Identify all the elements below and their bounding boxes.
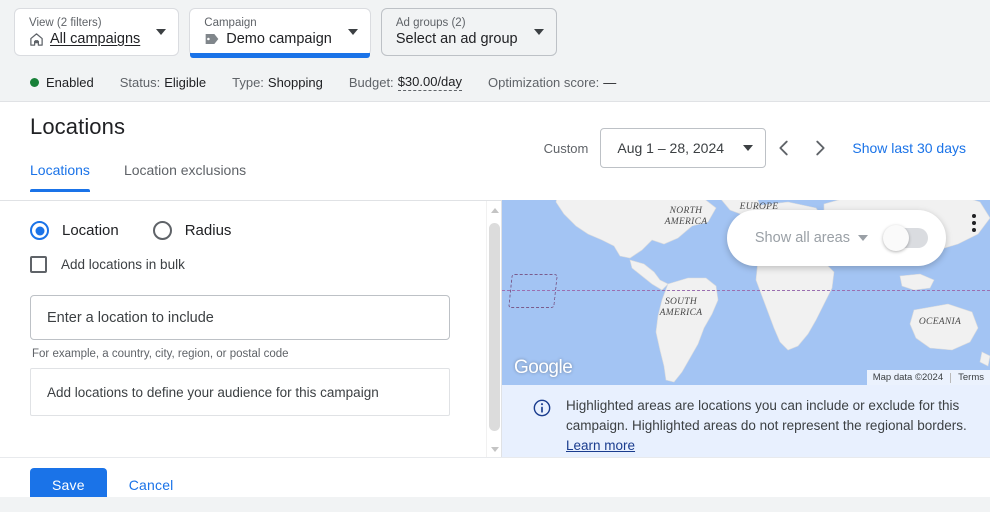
type-field: Type: Shopping [232, 75, 323, 90]
location-search-input[interactable]: Enter a location to include [30, 295, 450, 340]
chevron-down-icon[interactable] [858, 235, 868, 241]
campaign-selector-value: Demo campaign [226, 31, 332, 47]
content-area: Locations Custom Aug 1 – 28, 2024 Show l… [0, 102, 990, 512]
map-data-attribution: Map data ©2024 [872, 372, 944, 383]
location-type-radio-group: Location Radius [30, 221, 459, 240]
radio-location-circle-icon [30, 221, 49, 240]
attribution-divider [950, 372, 952, 383]
status-badge: Enabled [30, 75, 94, 90]
equator-dashed-line [502, 290, 990, 291]
campaign-selector[interactable]: Campaign Demo campaign [189, 8, 371, 58]
tag-icon [205, 34, 219, 44]
campaign-selector-value-row: Demo campaign [204, 30, 332, 48]
selected-locations-empty-state: Add locations to define your audience fo… [30, 368, 450, 416]
map-info-text: Highlighted areas are locations you can … [566, 398, 967, 433]
cancel-button[interactable]: Cancel [129, 477, 174, 493]
map-info-text-wrapper: Highlighted areas are locations you can … [566, 396, 972, 456]
ad-groups-selector-label: Ad groups (2) [395, 17, 466, 29]
ad-groups-selector-value: Select an ad group [395, 31, 518, 47]
selected-locations-empty-text: Add locations to define your audience fo… [47, 384, 379, 400]
tab-location-exclusions[interactable]: Location exclusions [124, 162, 246, 192]
status-key: Status: [119, 75, 161, 90]
budget-value[interactable]: $30.00/day [397, 74, 463, 91]
scroll-down-arrow-icon[interactable] [487, 441, 501, 457]
location-form-panel: Location Radius Add locations in bulk En… [0, 200, 502, 457]
map-attribution-bar: Map data ©2024 Terms [866, 370, 990, 385]
optimization-score-value: — [603, 75, 617, 90]
location-search-helper-text: For example, a country, city, region, or… [32, 348, 289, 360]
map-info-banner: Highlighted areas are locations you can … [502, 385, 990, 457]
page-footer-fill [0, 497, 990, 512]
show-all-areas-control: Show all areas [726, 210, 946, 266]
add-locations-in-bulk-checkbox[interactable]: Add locations in bulk [30, 256, 459, 273]
tab-location-exclusions-label: Location exclusions [123, 162, 247, 178]
show-all-areas-label: Show all areas [754, 230, 850, 246]
map-terms-link[interactable]: Terms [958, 372, 984, 383]
campaign-status-strip: Enabled Status: Eligible Type: Shopping … [0, 64, 990, 102]
chevron-down-icon[interactable] [347, 29, 358, 35]
date-range-controls: Custom Aug 1 – 28, 2024 Show last 30 day… [544, 128, 966, 168]
enabled-dot-icon [30, 78, 39, 87]
locations-editor: Location Radius Add locations in bulk En… [0, 200, 990, 457]
left-panel-scrollbar[interactable] [486, 201, 501, 457]
home-icon [30, 32, 43, 46]
scroll-up-arrow-icon[interactable] [487, 202, 501, 218]
chevron-right-icon [816, 140, 825, 156]
map-panel: NORTH AMERICA SOUTH AMERICA EUROPE OCEAN… [502, 200, 990, 457]
radio-radius[interactable]: Radius [152, 221, 232, 240]
chevron-down-icon [743, 145, 754, 151]
scrollbar-thumb[interactable] [489, 223, 500, 431]
budget-key: Budget: [348, 75, 394, 90]
view-selector-label: View (2 filters) [29, 17, 102, 29]
status-value: Eligible [164, 75, 207, 90]
page-title: Locations [30, 114, 126, 139]
date-range-picker[interactable]: Aug 1 – 28, 2024 [600, 128, 767, 168]
optimization-score-field: Optimization score: — [488, 75, 616, 90]
radio-radius-label: Radius [184, 222, 232, 239]
world-map[interactable]: NORTH AMERICA SOUTH AMERICA EUROPE OCEAN… [502, 200, 990, 385]
radio-location[interactable]: Location [30, 221, 119, 240]
view-selector-value: All campaigns [50, 31, 141, 47]
checkbox-icon [30, 256, 47, 273]
view-selector[interactable]: View (2 filters) All campaigns [14, 8, 180, 56]
location-search-placeholder: Enter a location to include [47, 309, 214, 326]
ad-groups-selector[interactable]: Ad groups (2) Select an ad group [380, 8, 557, 56]
budget-field[interactable]: Budget: $30.00/day [348, 74, 463, 91]
next-period-button[interactable] [802, 130, 838, 166]
date-range-value: Aug 1 – 28, 2024 [617, 140, 725, 156]
location-form-body: Location Radius Add locations in bulk En… [0, 201, 501, 416]
show-all-areas-toggle[interactable] [883, 225, 928, 251]
google-ads-locations-page: View (2 filters) All campaigns Campaign … [0, 0, 990, 512]
highlighted-region-outline [508, 274, 558, 308]
tab-locations-label: Locations [30, 162, 90, 178]
ad-groups-selector-value-row: Select an ad group [396, 30, 518, 48]
toggle-knob [883, 225, 909, 251]
status-field: Status: Eligible [120, 75, 206, 90]
campaign-selector-active-underline [190, 53, 370, 58]
info-icon [533, 399, 551, 417]
tab-locations[interactable]: Locations [30, 162, 90, 192]
radio-radius-circle-icon [152, 221, 172, 240]
learn-more-link[interactable]: Learn more [566, 438, 635, 453]
campaign-selector-label: Campaign [204, 17, 257, 29]
date-range-custom-label: Custom [543, 140, 589, 156]
show-last-30-days-link[interactable]: Show last 30 days [852, 140, 966, 156]
add-locations-in-bulk-label: Add locations in bulk [61, 257, 185, 272]
google-watermark: Google [514, 357, 573, 378]
campaign-state: Enabled [46, 75, 94, 90]
previous-period-button[interactable] [766, 130, 802, 166]
chevron-down-icon[interactable] [533, 29, 544, 35]
selector-bar: View (2 filters) All campaigns Campaign … [0, 0, 990, 64]
view-selector-value-row: All campaigns [29, 30, 140, 48]
tab-bar: Locations Location exclusions [30, 162, 280, 192]
type-value: Shopping [267, 75, 323, 90]
map-overflow-menu-icon[interactable] [972, 214, 976, 232]
optimization-score-key: Optimization score: [488, 75, 600, 90]
type-key: Type: [232, 75, 264, 90]
radio-location-label: Location [62, 222, 119, 239]
chevron-down-icon[interactable] [156, 29, 167, 35]
chevron-left-icon [779, 140, 789, 156]
